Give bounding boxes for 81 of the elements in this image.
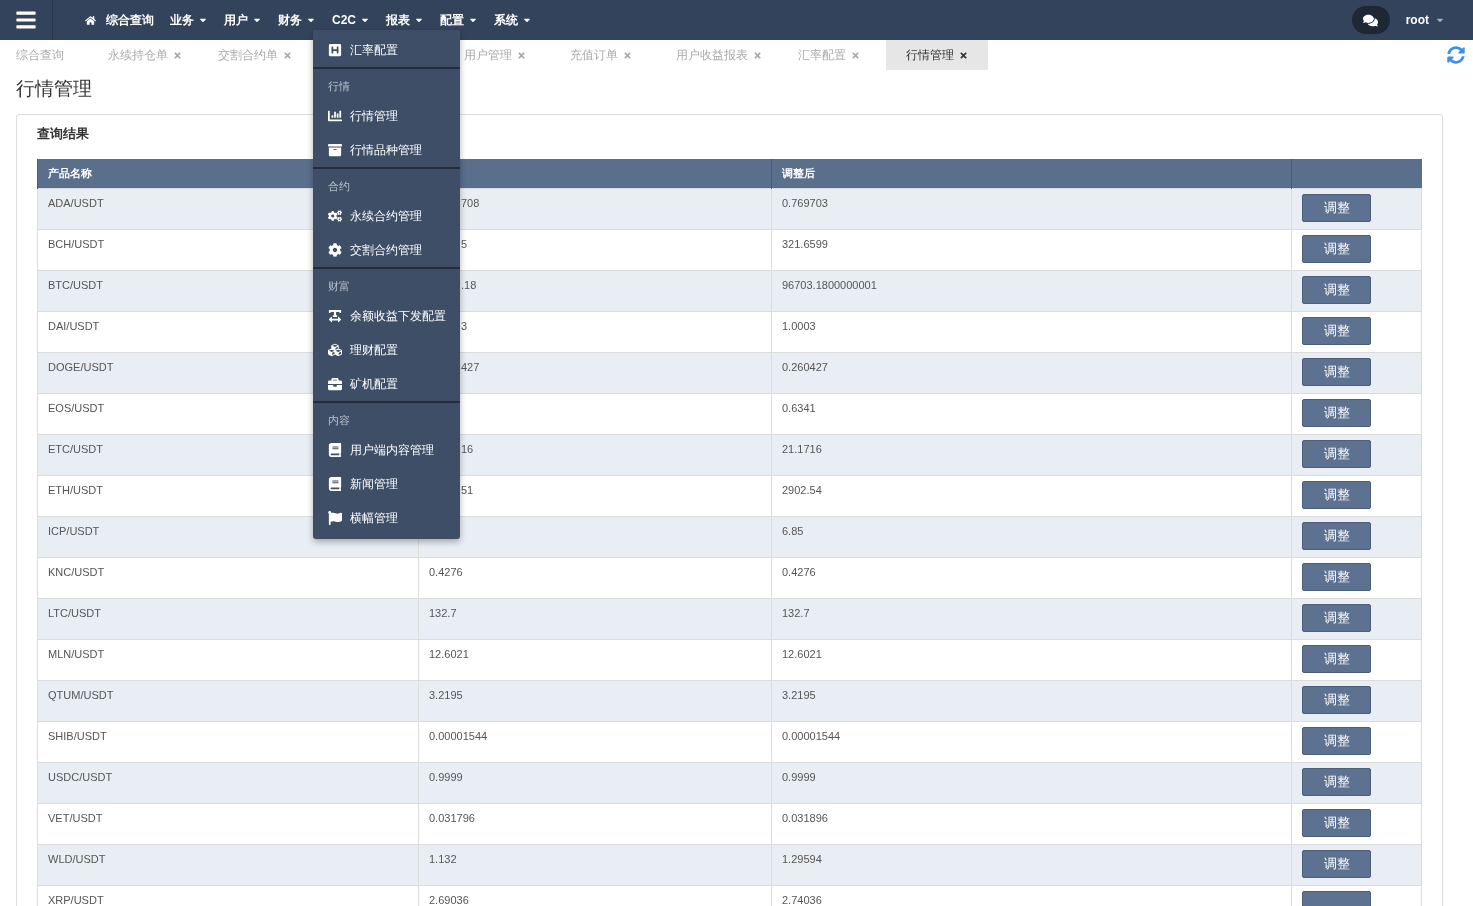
adjust-button[interactable]: 调整 [1302,563,1371,591]
adjust-button[interactable]: 调整 [1302,809,1371,837]
table-cell: 0.769703 [771,188,1292,230]
adjust-button[interactable]: 调整 [1302,850,1371,878]
nav-menu-item[interactable]: 业务 [162,0,216,40]
table-cell: 3.2195 [418,680,772,722]
adjust-button[interactable]: 调整 [1302,235,1371,263]
table-cell: 1.29594 [771,844,1292,886]
archive-box-icon [328,143,342,157]
table-cell: 132.7 [418,598,772,640]
text-icon [328,309,342,323]
book-icon [328,443,342,457]
table-cell: 0.4276 [771,557,1292,599]
table-cell: 0.00001544 [418,721,772,763]
table-cell: 2902.54 [771,475,1292,517]
table-cell: SHIB/USDT [37,721,419,763]
adjust-button[interactable]: 调整 [1302,358,1371,386]
table-cell: WLD/USDT [37,844,419,886]
cubes-icon [328,343,342,357]
table-cell: MLN/USDT [37,639,419,681]
adjust-button[interactable]: 调整 [1302,522,1371,550]
page-title: 行情管理 [16,77,92,101]
adjust-button[interactable]: 调整 [1302,604,1371,632]
panel-title: 查询结果 [37,125,89,143]
table-cell: XRP/USDT [37,885,419,906]
table-cell: 96703.1800000001 [771,270,1292,312]
user-menu[interactable]: root [1399,13,1451,27]
adjust-button[interactable]: 调整 [1302,481,1371,509]
gears-icon [328,209,342,223]
hospital-sign-icon [328,43,342,57]
menu-icon [15,9,37,31]
adjust-button[interactable]: 调整 [1302,645,1371,673]
gear-icon [328,243,342,257]
table-cell: 132.7 [771,598,1292,640]
table-cell: 0.9999 [418,762,772,804]
nav-menu-item[interactable]: 综合查询 [77,0,162,40]
adjust-button[interactable]: 调整 [1302,768,1371,796]
refresh-icon[interactable] [1447,46,1465,64]
nav-menu-item[interactable]: 用户 [216,0,270,40]
table-cell: 1.0003 [771,311,1292,353]
adjust-button[interactable]: 调整 [1302,399,1371,427]
menu-section-label: 内容 [327,413,351,428]
table-cell: 0.9999 [771,762,1292,804]
adjust-button[interactable]: 调整 [1302,686,1371,714]
chat-icon [1363,12,1379,28]
table-cell: USDC/USDT [37,762,419,804]
table-cell: 21.1716 [771,434,1292,476]
menu-section-label: 财富 [327,279,351,294]
table-cell: 0.031896 [771,803,1292,845]
home-icon [85,14,96,26]
adjust-button[interactable]: 调整 [1302,317,1371,345]
book-icon [328,477,342,491]
table-cell: 321.6599 [771,229,1292,271]
table-cell: 0.260427 [771,352,1292,394]
table-cell: 12.6021 [418,639,772,681]
table-cell: 12.6021 [771,639,1292,681]
nav-menu-item[interactable]: 系统 [486,0,540,40]
table-cell: 6.85 [771,516,1292,558]
close-icon[interactable] [959,50,968,60]
menu-item[interactable]: 行情管理 [313,99,460,133]
flag-icon [328,511,342,525]
table-cell: QTUM/USDT [37,680,419,722]
table-cell: 0.6341 [771,393,1292,435]
table-cell: LTC/USDT [37,598,419,640]
adjust-button[interactable]: 调整 [1302,276,1371,304]
bar-chart-icon [328,109,342,123]
chat-button[interactable] [1351,6,1390,34]
table-cell: 3.2195 [771,680,1292,722]
adjust-button[interactable]: 调整 [1302,440,1371,468]
menu-section-label: 行情 [327,79,351,94]
table-cell: 0.00001544 [771,721,1292,763]
adjust-button[interactable]: 调整 [1302,194,1371,222]
adjust-button[interactable]: 调整 [1302,727,1371,755]
column-header: 调整后 [771,159,1292,189]
table-cell: KNC/USDT [37,557,419,599]
table-cell: VET/USDT [37,803,419,845]
table-cell: 1.132 [418,844,772,886]
table-cell: 0.031796 [418,803,772,845]
page-tab[interactable]: 行情管理 [886,40,988,70]
briefcase-icon [328,377,342,391]
table-cell: 0.4276 [418,557,772,599]
